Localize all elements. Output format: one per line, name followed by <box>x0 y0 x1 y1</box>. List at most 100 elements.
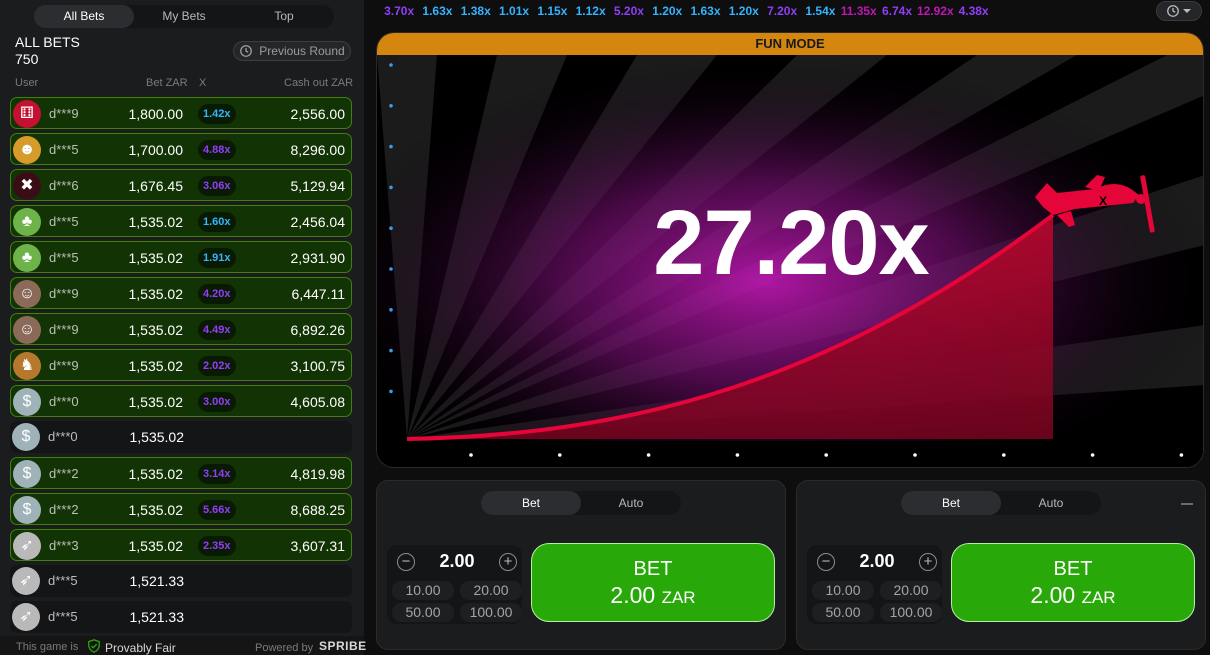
y-axis-dot <box>389 389 393 394</box>
history-multiplier[interactable]: 1.15x <box>533 0 571 22</box>
bet-row: ➶ d***5 1,521.33 <box>10 565 352 597</box>
person-icon: ☺ <box>13 316 41 344</box>
clover-icon: ♣ <box>13 208 41 236</box>
round-history: 3.70x 1.63x 1.38x 1.01x 1.15x 1.12x 5.20x 1.20x… <box>380 0 1150 22</box>
cashout-amount: 6,447.11 <box>291 286 345 302</box>
quick-stake-10[interactable]: 10.00 <box>392 581 454 600</box>
bet-button[interactable]: BET 2.00 ZAR <box>531 543 775 622</box>
bets-column-headers: User Bet ZAR X Cash out ZAR <box>0 77 364 91</box>
bet-mode-switch: Bet Auto <box>901 491 1101 515</box>
tab-all-bets[interactable]: All Bets <box>34 5 134 28</box>
minus-icon[interactable]: − <box>817 553 835 571</box>
tab-bet[interactable]: Bet <box>481 491 581 515</box>
eagle-icon: ➶ <box>12 567 40 595</box>
quick-stake-100[interactable]: 100.00 <box>460 603 522 622</box>
tab-auto[interactable]: Auto <box>1001 491 1101 515</box>
quick-stake-10[interactable]: 10.00 <box>812 581 874 600</box>
history-multiplier[interactable]: 1.01x <box>495 0 533 22</box>
col-cashout: Cash out ZAR <box>284 77 354 89</box>
cashout-multiplier: 2.02x <box>198 356 236 376</box>
bet-row: $ d***2 1,535.02 5.66x 8,688.25 <box>10 493 352 525</box>
bet-button-amount: 2.00 ZAR <box>610 582 696 608</box>
bet-amount: 1,535.02 <box>128 250 184 266</box>
history-multiplier[interactable]: 1.20x <box>648 0 686 22</box>
bet-user: d***2 <box>49 502 79 517</box>
cashout-multiplier: 5.66x <box>198 500 236 520</box>
bet-user: d***6 <box>49 178 79 193</box>
bet-amount: 1,535.02 <box>128 502 184 518</box>
stake-input[interactable] <box>419 551 495 572</box>
tab-my-bets[interactable]: My Bets <box>134 5 234 28</box>
bet-row: $ d***0 1,535.02 3.00x 4,605.08 <box>10 385 352 417</box>
bet-user: d***5 <box>48 609 78 624</box>
tab-auto[interactable]: Auto <box>581 491 681 515</box>
provably-fair-link[interactable]: Provably Fair <box>105 641 176 655</box>
plus-icon[interactable]: + <box>499 553 517 571</box>
col-user: User <box>15 77 39 89</box>
plus-icon[interactable]: + <box>919 553 937 571</box>
quick-stake-100[interactable]: 100.00 <box>880 603 942 622</box>
cashout-amount: 4,819.98 <box>290 466 346 482</box>
spribe-logo: SPRIBE <box>319 639 367 653</box>
bet-row: ➶ d***3 1,535.02 2.35x 3,607.31 <box>10 529 352 561</box>
stake-input[interactable] <box>839 551 915 572</box>
bet-amount: 1,700.00 <box>128 142 184 158</box>
history-multiplier[interactable]: 4.38x <box>954 0 992 22</box>
y-axis-dot <box>389 308 393 312</box>
bet-user: d***9 <box>49 106 79 121</box>
history-multiplier[interactable]: 12.92x <box>916 0 954 22</box>
history-multiplier[interactable]: 5.20x <box>610 0 648 22</box>
bet-user: d***0 <box>49 394 79 409</box>
skull-icon: ✖ <box>13 172 41 200</box>
quick-stake-50[interactable]: 50.00 <box>392 603 454 622</box>
bet-user: d***5 <box>49 142 79 157</box>
quick-stake-20[interactable]: 20.00 <box>880 581 942 600</box>
minus-icon[interactable]: − <box>397 553 415 571</box>
bets-panel: All Bets My Bets Top ALL BETS 750 Previo… <box>0 0 367 655</box>
history-multiplier[interactable]: 1.63x <box>686 0 724 22</box>
quick-stake-50[interactable]: 50.00 <box>812 603 874 622</box>
quick-stake-20[interactable]: 20.00 <box>460 581 522 600</box>
tab-top[interactable]: Top <box>234 5 334 28</box>
all-bets-title: ALL BETS <box>15 34 80 50</box>
bet-amount: 1,535.02 <box>128 358 184 374</box>
history-multiplier[interactable]: 11.35x <box>840 0 878 22</box>
x-axis-dot <box>735 453 740 457</box>
tiger-icon: ♞ <box>13 352 41 380</box>
previous-round-label: Previous Round <box>259 44 345 58</box>
bet-row: $ d***0 1,535.02 <box>10 421 352 453</box>
tab-bet[interactable]: Bet <box>901 491 1001 515</box>
history-multiplier[interactable]: 7.20x <box>763 0 801 22</box>
history-multiplier[interactable]: 1.63x <box>418 0 456 22</box>
history-icon <box>1167 5 1179 17</box>
history-multiplier[interactable]: 1.38x <box>457 0 495 22</box>
all-bets-count: 750 <box>15 51 39 67</box>
bet-button[interactable]: BET 2.00 ZAR <box>951 543 1195 622</box>
bet-mode-switch: Bet Auto <box>481 491 681 515</box>
history-multiplier[interactable]: 1.54x <box>801 0 839 22</box>
bet-button-amount: 2.00 ZAR <box>1030 582 1116 608</box>
history-multiplier[interactable]: 3.70x <box>380 0 418 22</box>
bet-button-label: BET <box>1053 558 1093 580</box>
cashout-amount: 8,296.00 <box>290 142 346 158</box>
previous-round-button[interactable]: Previous Round <box>233 41 351 61</box>
bet-amount: 1,676.45 <box>128 178 184 194</box>
character-icon: ☻ <box>13 136 41 164</box>
bet-amount: 1,535.02 <box>128 538 184 554</box>
y-axis-dot <box>389 185 393 190</box>
bet-amount: 1,535.02 <box>128 394 184 410</box>
bet-user: d***5 <box>48 573 78 588</box>
x-axis-dot <box>558 453 562 457</box>
bet-amount: 1,535.02 <box>128 286 184 302</box>
person-icon: ☺ <box>13 280 41 308</box>
bet-user: d***9 <box>49 358 79 373</box>
history-multiplier[interactable]: 6.74x <box>878 0 916 22</box>
bet-row: ☺ d***9 1,535.02 4.49x 6,892.26 <box>10 313 352 345</box>
bet-user: d***9 <box>49 322 79 337</box>
history-menu-button[interactable] <box>1156 1 1202 21</box>
history-multiplier[interactable]: 1.20x <box>725 0 763 22</box>
history-multiplier[interactable]: 1.12x <box>571 0 609 22</box>
remove-panel-button[interactable] <box>1181 503 1193 505</box>
cashout-multiplier: 3.06x <box>198 176 236 196</box>
cashout-amount: 4,605.08 <box>290 394 346 410</box>
